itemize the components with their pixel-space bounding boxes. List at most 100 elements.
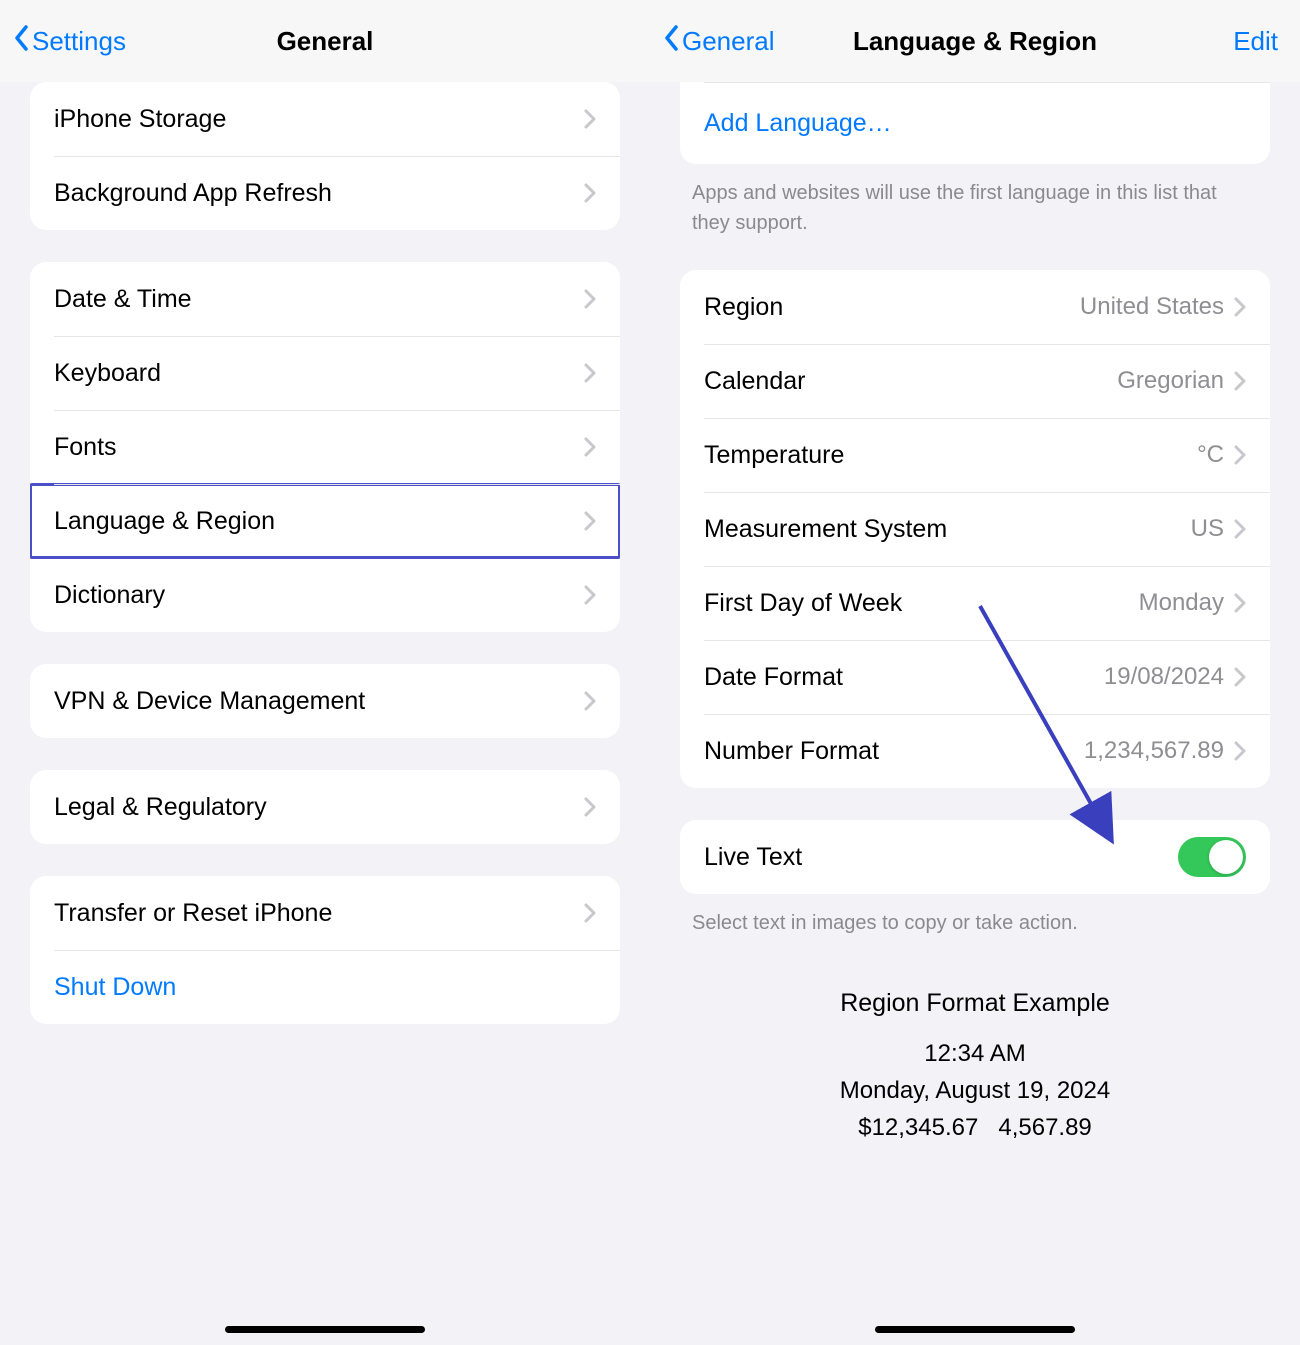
chevron-right-icon xyxy=(1234,667,1246,687)
toggle-knob xyxy=(1209,840,1243,874)
chevron-right-icon xyxy=(584,289,596,309)
chevron-right-icon xyxy=(584,437,596,457)
row-date-time[interactable]: Date & Time xyxy=(30,262,620,336)
row-label: Date & Time xyxy=(54,285,584,314)
group-languages: Add Language… xyxy=(680,82,1270,164)
row-keyboard[interactable]: Keyboard xyxy=(30,336,620,410)
chevron-left-icon xyxy=(14,25,30,58)
row-label: Region xyxy=(704,293,1080,322)
row-value: Gregorian xyxy=(1117,367,1224,395)
chevron-right-icon xyxy=(1234,371,1246,391)
row-first-day-of-week[interactable]: First Day of Week Monday xyxy=(680,566,1270,640)
row-label: Temperature xyxy=(704,441,1197,470)
row-label: Language & Region xyxy=(54,507,584,536)
example-time: 12:34 AM xyxy=(680,1035,1270,1072)
row-iphone-storage[interactable]: iPhone Storage xyxy=(30,82,620,156)
row-label: Transfer or Reset iPhone xyxy=(54,899,584,928)
row-fonts[interactable]: Fonts xyxy=(30,410,620,484)
live-text-toggle[interactable] xyxy=(1178,837,1246,877)
group-legal: Legal & Regulatory xyxy=(30,770,620,844)
chevron-right-icon xyxy=(1234,741,1246,761)
language-footer-text: Apps and websites will use the first lan… xyxy=(692,178,1258,238)
back-label: Settings xyxy=(32,26,126,57)
chevron-right-icon xyxy=(584,797,596,817)
live-text-footer: Select text in images to copy or take ac… xyxy=(692,908,1258,938)
row-value: 1,234,567.89 xyxy=(1084,737,1224,765)
row-label: Measurement System xyxy=(704,515,1191,544)
row-add-language[interactable]: Add Language… xyxy=(680,82,1270,164)
row-label: Dictionary xyxy=(54,581,584,610)
chevron-right-icon xyxy=(1234,445,1246,465)
chevron-right-icon xyxy=(584,585,596,605)
row-live-text: Live Text xyxy=(680,820,1270,894)
chevron-right-icon xyxy=(584,109,596,129)
row-legal-regulatory[interactable]: Legal & Regulatory xyxy=(30,770,620,844)
row-dictionary[interactable]: Dictionary xyxy=(30,558,620,632)
edit-button[interactable]: Edit xyxy=(1233,26,1278,57)
row-label: Shut Down xyxy=(54,973,596,1002)
row-measurement-system[interactable]: Measurement System US xyxy=(680,492,1270,566)
chevron-right-icon xyxy=(584,691,596,711)
group-locale: Date & Time Keyboard Fonts Language & Re… xyxy=(30,262,620,632)
group-reset: Transfer or Reset iPhone Shut Down xyxy=(30,876,620,1024)
example-date: Monday, August 19, 2024 xyxy=(680,1072,1270,1109)
row-value: 19/08/2024 xyxy=(1104,663,1224,691)
back-label: General xyxy=(682,26,775,57)
general-settings-pane: Settings General iPhone Storage Backgrou… xyxy=(0,0,650,1345)
row-number-format[interactable]: Number Format 1,234,567.89 xyxy=(680,714,1270,788)
chevron-right-icon xyxy=(1234,593,1246,613)
row-label: First Day of Week xyxy=(704,589,1139,618)
back-to-general[interactable]: General xyxy=(664,25,775,58)
group-region-settings: Region United States Calendar Gregorian … xyxy=(680,270,1270,788)
group-vpn: VPN & Device Management xyxy=(30,664,620,738)
home-indicator[interactable] xyxy=(875,1326,1075,1333)
row-date-format[interactable]: Date Format 19/08/2024 xyxy=(680,640,1270,714)
region-format-example: Region Format Example 12:34 AM Monday, A… xyxy=(680,984,1270,1146)
example-numbers: $12,345.67 4,567.89 xyxy=(680,1109,1270,1146)
row-language-region[interactable]: Language & Region xyxy=(30,484,620,558)
group-live-text: Live Text xyxy=(680,820,1270,894)
row-label: Keyboard xyxy=(54,359,584,388)
navbar-language-region: General Language & Region Edit xyxy=(650,0,1300,82)
chevron-right-icon xyxy=(584,363,596,383)
example-number: 4,567.89 xyxy=(998,1114,1091,1141)
chevron-left-icon xyxy=(664,25,680,58)
row-label: VPN & Device Management xyxy=(54,687,584,716)
row-temperature[interactable]: Temperature °C xyxy=(680,418,1270,492)
row-value: United States xyxy=(1080,293,1224,321)
row-vpn-device-management[interactable]: VPN & Device Management xyxy=(30,664,620,738)
page-title-language-region: Language & Region xyxy=(853,26,1097,57)
chevron-right-icon xyxy=(584,903,596,923)
row-value: °C xyxy=(1197,441,1224,469)
row-value: Monday xyxy=(1139,589,1224,617)
row-label: Live Text xyxy=(704,843,1178,872)
chevron-right-icon xyxy=(584,183,596,203)
row-background-app-refresh[interactable]: Background App Refresh xyxy=(30,156,620,230)
chevron-right-icon xyxy=(1234,297,1246,317)
row-label: Background App Refresh xyxy=(54,179,584,208)
page-title-general: General xyxy=(277,26,374,57)
chevron-right-icon xyxy=(584,511,596,531)
back-to-settings[interactable]: Settings xyxy=(14,25,126,58)
row-transfer-reset[interactable]: Transfer or Reset iPhone xyxy=(30,876,620,950)
row-label: Date Format xyxy=(704,663,1104,692)
language-region-content: Add Language… Apps and websites will use… xyxy=(650,82,1300,1345)
row-calendar[interactable]: Calendar Gregorian xyxy=(680,344,1270,418)
example-currency: $12,345.67 xyxy=(858,1114,978,1141)
home-indicator[interactable] xyxy=(225,1326,425,1333)
chevron-right-icon xyxy=(1234,519,1246,539)
row-label: Fonts xyxy=(54,433,584,462)
language-region-pane: General Language & Region Edit Add Langu… xyxy=(650,0,1300,1345)
row-shut-down[interactable]: Shut Down xyxy=(30,950,620,1024)
example-title: Region Format Example xyxy=(680,984,1270,1023)
row-label: iPhone Storage xyxy=(54,105,584,134)
row-label: Calendar xyxy=(704,367,1117,396)
row-region[interactable]: Region United States xyxy=(680,270,1270,344)
navbar-general: Settings General xyxy=(0,0,650,82)
row-label: Number Format xyxy=(704,737,1084,766)
general-content: iPhone Storage Background App Refresh Da… xyxy=(0,82,650,1345)
group-storage: iPhone Storage Background App Refresh xyxy=(30,82,620,230)
row-label: Legal & Regulatory xyxy=(54,793,584,822)
row-value: US xyxy=(1191,515,1224,543)
row-label: Add Language… xyxy=(704,109,1246,138)
